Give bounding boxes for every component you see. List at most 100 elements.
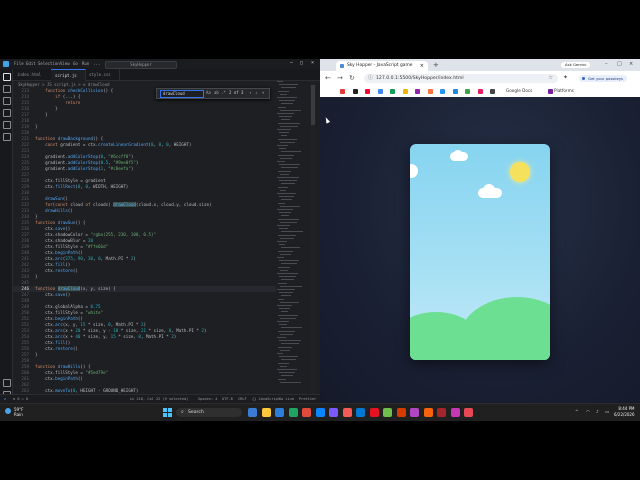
- taskbar-app-icon[interactable]: [383, 408, 392, 417]
- taskbar-app-icon[interactable]: [275, 408, 284, 417]
- tab-style-css[interactable]: style.css: [85, 69, 120, 80]
- menu-edit[interactable]: Edit: [26, 61, 36, 66]
- taskbar-app-icon[interactable]: [437, 408, 446, 417]
- command-center-search[interactable]: SkyHopper: [105, 61, 177, 69]
- taskbar-app-icon[interactable]: [369, 408, 379, 417]
- chrome-minimize-icon[interactable]: –: [605, 61, 608, 67]
- menu-view[interactable]: View: [60, 61, 70, 66]
- bookmark-favicon-icon[interactable]: [465, 89, 470, 94]
- scrollbar-thumb[interactable]: [311, 85, 315, 125]
- menu-run[interactable]: Run: [82, 61, 89, 66]
- menu-selection[interactable]: Selection: [38, 61, 60, 66]
- taskbar-app-icon[interactable]: [356, 408, 365, 417]
- taskbar-app-icon[interactable]: [248, 408, 257, 417]
- taskbar-search[interactable]: ⌕ Search: [176, 408, 242, 417]
- minimap-line: [281, 247, 300, 249]
- bookmark-favicon-icon[interactable]: [548, 89, 553, 94]
- close-find-icon[interactable]: ×: [262, 90, 264, 95]
- taskbar-app-icon[interactable]: [288, 408, 298, 417]
- explorer-icon[interactable]: [3, 73, 11, 81]
- code-editor[interactable]: 213 function checkCollision() {214 if (.…: [13, 88, 276, 394]
- search-icon[interactable]: [3, 85, 11, 93]
- chrome-maximize-icon[interactable]: □: [617, 61, 622, 67]
- menu-more[interactable]: ...: [93, 61, 100, 66]
- close-icon[interactable]: ×: [311, 60, 314, 66]
- site-info-icon[interactable]: ⓘ: [368, 74, 373, 83]
- next-match-icon[interactable]: ↓: [255, 90, 257, 95]
- bookmark-favicon-icon[interactable]: [402, 89, 408, 94]
- tab-index-html[interactable]: index.html: [13, 69, 52, 80]
- tab-script-js[interactable]: script.js: [51, 69, 86, 81]
- minimap-line: [281, 183, 295, 185]
- tray-overflow-icon[interactable]: ^: [575, 409, 579, 414]
- taskbar-app-icon[interactable]: [410, 408, 419, 417]
- minimize-icon[interactable]: –: [290, 60, 293, 66]
- minimap-line: [277, 161, 285, 162]
- back-icon[interactable]: ←: [325, 74, 331, 82]
- taskbar-app-icon[interactable]: [261, 408, 271, 417]
- taskbar-app-icon[interactable]: [423, 408, 433, 417]
- bookmark-favicon-icon[interactable]: [452, 89, 458, 94]
- whole-word-toggle[interactable]: ab: [214, 90, 219, 95]
- minimap-line: [277, 241, 287, 242]
- url-text[interactable]: 127.0.0.1:5500/SkyHopper/index.html: [376, 74, 464, 83]
- volume-icon[interactable]: ♪: [596, 409, 599, 414]
- minimap-line: [278, 330, 295, 332]
- editor-scrollbar[interactable]: [310, 81, 316, 394]
- taskbar-app-icon[interactable]: [450, 408, 460, 417]
- menu-file[interactable]: File: [14, 61, 24, 66]
- taskbar-app-icon[interactable]: [396, 408, 406, 417]
- taskbar-app-icon[interactable]: [342, 408, 352, 417]
- bookmark-google-docs[interactable]: Google Docs: [506, 88, 532, 93]
- wifi-icon[interactable]: ◠: [586, 409, 590, 414]
- minimap-line: [280, 253, 291, 255]
- minimap-line: [278, 218, 299, 220]
- windows-start-icon[interactable]: [163, 408, 172, 417]
- minimap[interactable]: [277, 81, 307, 394]
- tab-close-icon[interactable]: ×: [420, 61, 424, 71]
- taskbar-app-icon[interactable]: [315, 408, 325, 417]
- menu-go[interactable]: Go: [73, 61, 78, 66]
- bookmark-favicon-icon[interactable]: [377, 89, 383, 94]
- bookmark-platforms[interactable]: Platforms: [554, 88, 574, 93]
- taskbar-app-icon[interactable]: [464, 408, 473, 417]
- bookmark-favicon-icon[interactable]: [427, 89, 433, 94]
- previous-match-icon[interactable]: ↑: [249, 90, 251, 95]
- address-bar[interactable]: ⓘ 127.0.0.1:5500/SkyHopper/index.html ☆: [364, 74, 558, 83]
- extensions-icon[interactable]: [3, 121, 11, 129]
- reload-icon[interactable]: ↻: [349, 74, 355, 82]
- bookmark-favicon-icon[interactable]: [390, 89, 395, 94]
- new-tab-button[interactable]: +: [433, 61, 439, 69]
- taskbar-app-icon[interactable]: [329, 408, 338, 417]
- game-canvas[interactable]: [410, 144, 550, 360]
- run-debug-icon[interactable]: [3, 109, 11, 117]
- remote-explorer-icon[interactable]: [3, 133, 11, 141]
- bookmark-favicon-icon[interactable]: [490, 89, 495, 94]
- extensions-puzzle-icon[interactable]: ✦: [563, 74, 568, 81]
- minimap-line: [278, 106, 286, 108]
- battery-icon[interactable]: ▭: [605, 409, 609, 414]
- ask-gemini-button[interactable]: Ask Gemini: [561, 62, 591, 68]
- bookmark-favicon-icon[interactable]: [415, 89, 420, 94]
- taskbar-clock[interactable]: 8:44 PM 6/22/2026: [614, 406, 635, 418]
- maximize-icon[interactable]: □: [300, 60, 303, 66]
- account-icon[interactable]: [3, 379, 11, 387]
- match-case-toggle[interactable]: Aa: [206, 90, 211, 95]
- find-input[interactable]: drawCloud: [160, 90, 204, 98]
- bookmark-favicon-icon[interactable]: [477, 89, 483, 94]
- taskbar-app-icon[interactable]: [302, 408, 311, 417]
- regex-toggle[interactable]: .*: [221, 90, 226, 95]
- breadcrumb[interactable]: SkyHopper > JS script.js > ⊘ drawCloud: [18, 82, 110, 87]
- bookmark-favicon-icon[interactable]: [365, 89, 370, 94]
- source-control-icon[interactable]: [3, 97, 11, 105]
- minimap-line: [277, 257, 284, 258]
- browser-tab[interactable]: Sky Hopper - JavaScript game ×: [336, 61, 428, 71]
- cloud-puff: [483, 184, 495, 196]
- forward-icon[interactable]: →: [337, 74, 343, 82]
- bookmark-star-icon[interactable]: ☆: [548, 74, 553, 83]
- get-passkeys-button[interactable]: Get your passkeys: [579, 75, 628, 82]
- chrome-close-icon[interactable]: ×: [629, 61, 633, 67]
- bookmark-favicon-icon[interactable]: [440, 89, 445, 94]
- bookmark-favicon-icon[interactable]: [352, 89, 358, 94]
- bookmark-favicon-icon[interactable]: [340, 89, 345, 94]
